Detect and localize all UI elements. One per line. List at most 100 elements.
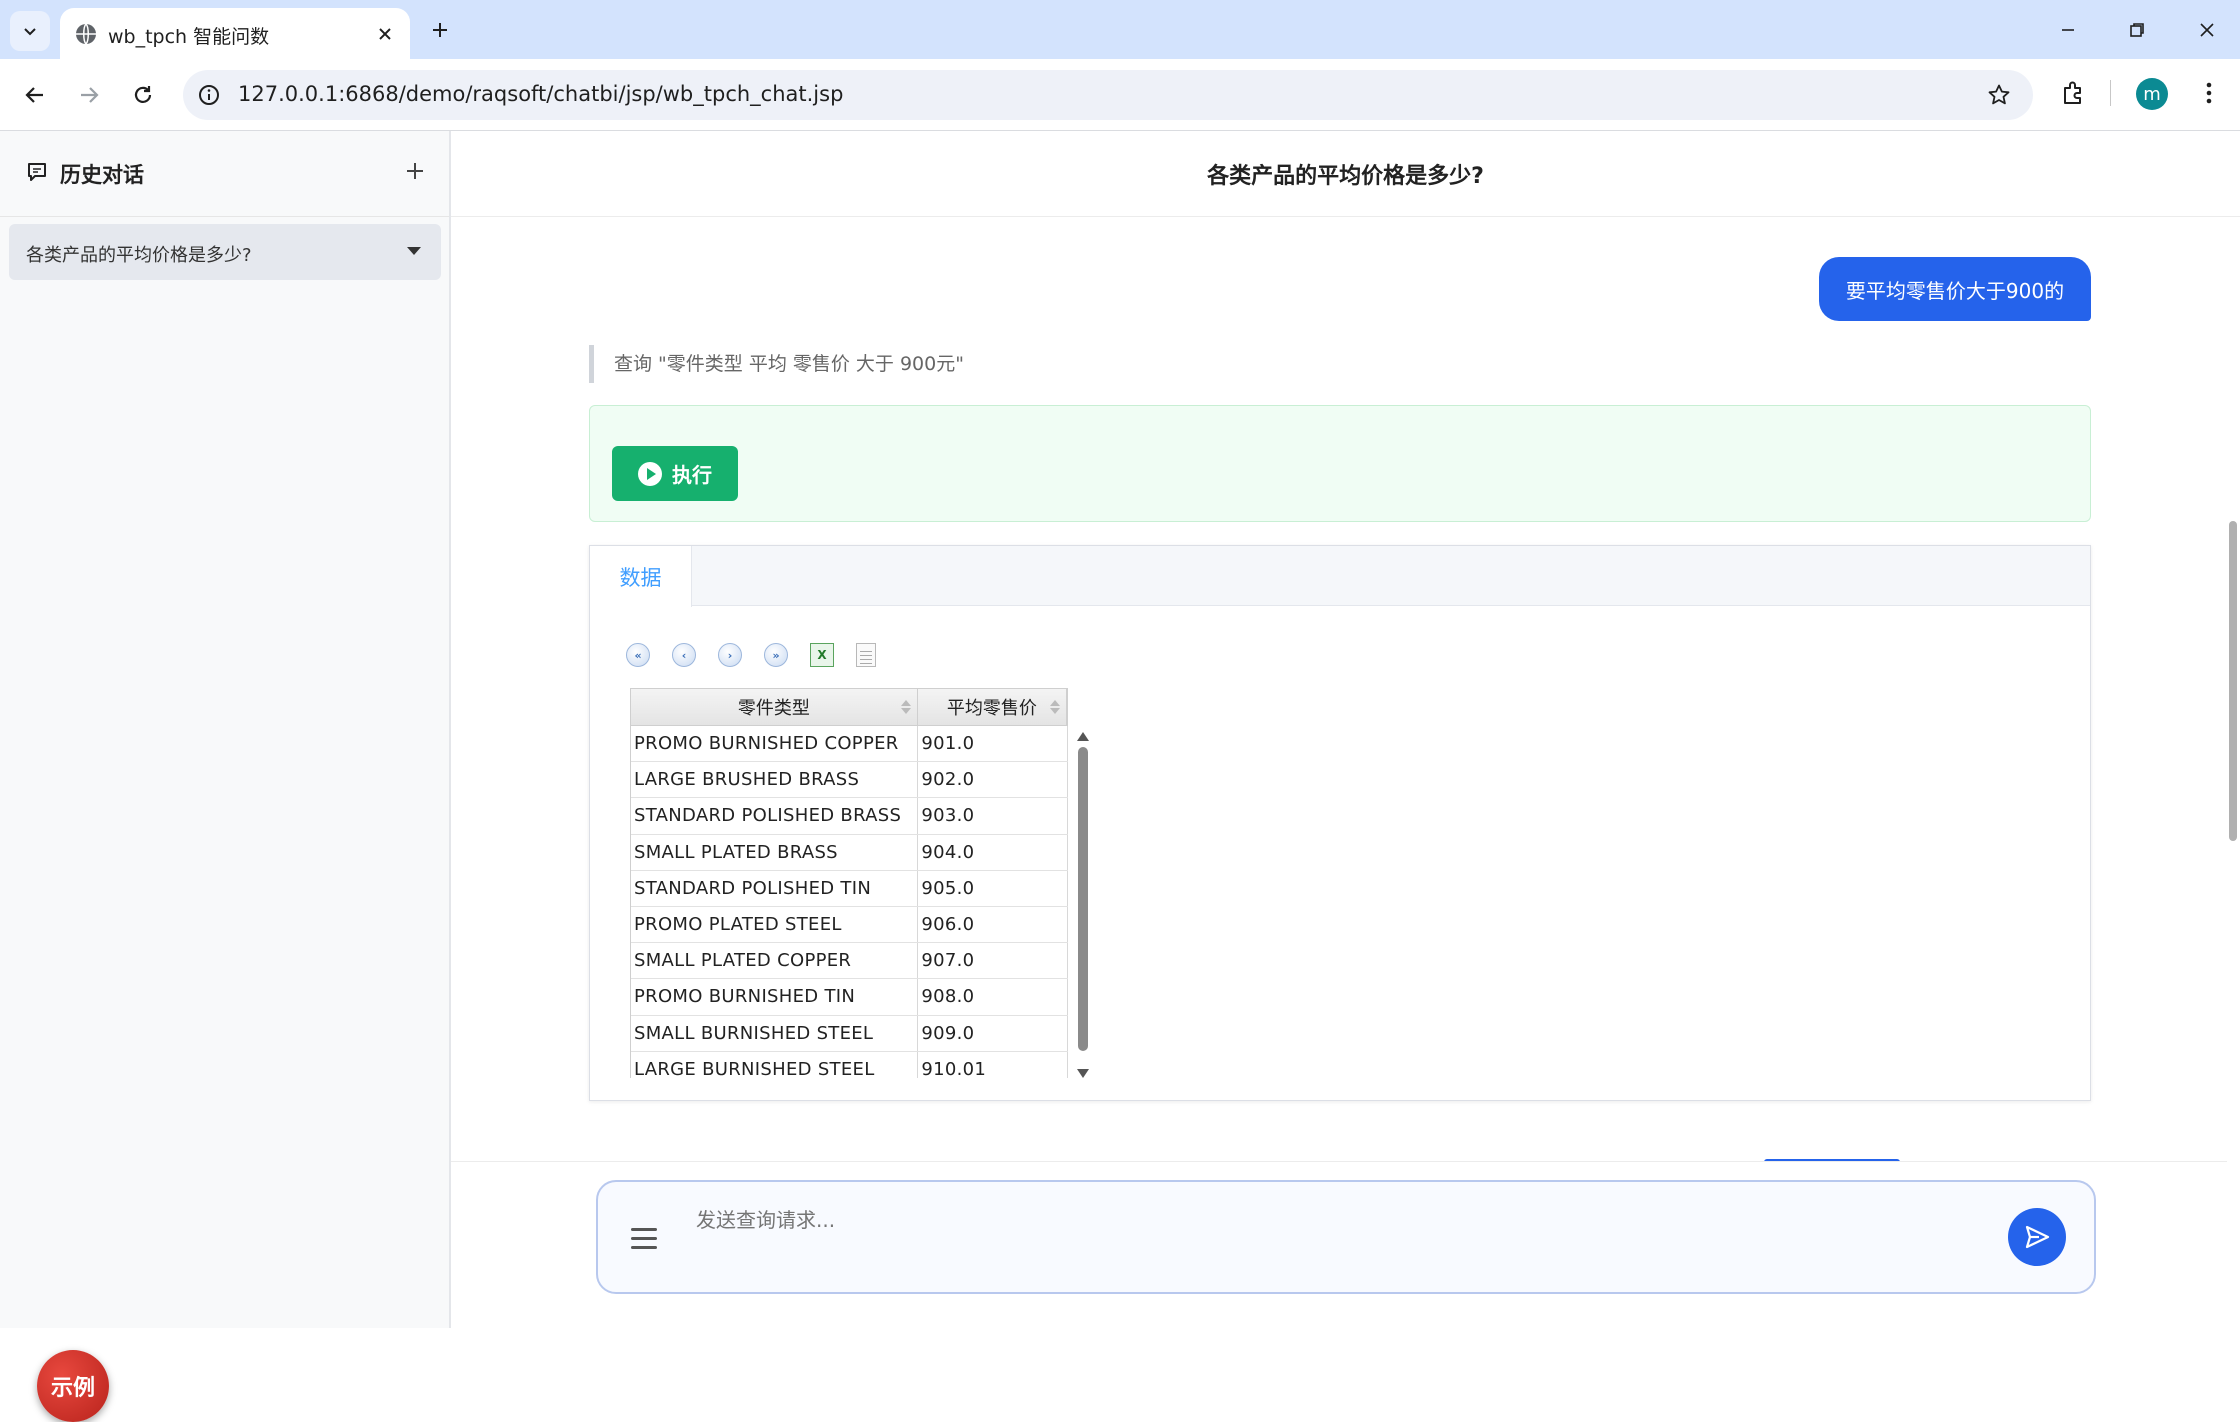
cell-part-type[interactable]: STANDARD POLISHED TIN <box>631 870 919 906</box>
cell-avg-price[interactable]: 910.01 <box>918 1051 1068 1078</box>
tab-search-button[interactable] <box>10 11 50 51</box>
sidebar-item-label: 各类产品的平均价格是多少? <box>26 245 252 266</box>
table-row[interactable]: PROMO PLATED STEEL 906.0 <box>631 906 1068 944</box>
composer-area <box>451 1161 2227 1328</box>
globe-icon <box>76 23 96 45</box>
column-header-part-type[interactable]: 零件类型 <box>631 689 918 725</box>
sort-icon[interactable] <box>900 700 911 714</box>
cell-avg-price[interactable]: 902.0 <box>918 762 1068 798</box>
browser-tab[interactable]: wb_tpch 智能问数 <box>60 8 410 59</box>
cell-part-type[interactable]: PROMO PLATED STEEL <box>631 906 919 943</box>
table-row[interactable]: LARGE BRUSHED BRASS 902.0 <box>631 762 1068 799</box>
extensions-puzzle-icon[interactable] <box>2055 75 2091 111</box>
history-sidebar: 历史对话 各类产品的平均价格是多少? 示例 <box>0 131 451 1422</box>
forward-button[interactable] <box>69 75 109 115</box>
table-row[interactable]: SMALL BURNISHED STEEL 909.0 <box>631 1015 1068 1052</box>
table-row[interactable]: STANDARD POLISHED TIN 905.0 <box>631 870 1068 907</box>
cell-avg-price[interactable]: 904.0 <box>918 834 1068 870</box>
caret-down-icon[interactable] <box>407 247 421 255</box>
cell-avg-price[interactable]: 906.0 <box>918 906 1068 943</box>
grid-scrollbar[interactable] <box>1076 732 1090 1078</box>
scroll-down-arrow-icon[interactable] <box>1077 1069 1089 1078</box>
execute-button[interactable]: 执行 <box>612 446 738 501</box>
grid-toolbar: « ‹ › » X <box>626 642 876 668</box>
send-icon <box>2025 1225 2050 1249</box>
arrow-right-icon <box>81 87 99 103</box>
profile-avatar[interactable]: m <box>2136 78 2168 110</box>
bookmark-star-icon[interactable] <box>1985 81 2013 109</box>
table-row[interactable]: PROMO BURNISHED TIN 908.0 <box>631 979 1068 1016</box>
example-button[interactable]: 示例 <box>37 1350 109 1422</box>
table-row[interactable]: STANDARD POLISHED BRASS 903.0 <box>631 798 1068 835</box>
address-bar[interactable]: 127.0.0.1:6868/demo/raqsoft/chatbi/jsp/w… <box>183 70 2033 120</box>
table-row[interactable]: PROMO BURNISHED COPPER 901.0 <box>631 726 1068 763</box>
query-input[interactable] <box>696 1208 1976 1232</box>
cell-avg-price[interactable]: 903.0 <box>918 798 1068 834</box>
more-vert-icon[interactable] <box>2192 75 2226 111</box>
table-row[interactable]: LARGE BURNISHED STEEL 910.01 <box>631 1051 1068 1078</box>
table-row[interactable]: SMALL PLATED BRASS 904.0 <box>631 834 1068 871</box>
prev-page-icon[interactable]: ‹ <box>672 643 696 667</box>
column-header-avg-price[interactable]: 平均零售价 <box>918 689 1067 725</box>
export-text-icon[interactable] <box>856 643 876 667</box>
table-row[interactable]: SMALL PLATED COPPER 907.0 <box>631 943 1068 980</box>
cell-part-type[interactable]: STANDARD POLISHED BRASS <box>631 798 919 834</box>
back-button[interactable] <box>15 75 55 115</box>
reload-icon <box>134 86 152 103</box>
tab-data[interactable]: 数据 <box>590 546 692 607</box>
execute-panel: 执行 <box>589 405 2091 522</box>
minimize-icon <box>2062 29 2074 31</box>
play-circle-icon <box>638 461 662 486</box>
chat-bubble-icon <box>28 163 46 181</box>
new-chat-button[interactable] <box>400 156 430 186</box>
chat-main: 各类产品的平均价格是多少? 要平均零售价大于900的 查询 "零件类型 平均 零… <box>451 131 2240 1328</box>
cell-avg-price[interactable]: 909.0 <box>918 1015 1068 1051</box>
close-window-button[interactable] <box>2184 10 2230 50</box>
reload-button[interactable] <box>123 75 163 115</box>
sidebar-title: 历史对话 <box>60 163 144 187</box>
export-excel-icon[interactable]: X <box>810 643 834 667</box>
cell-avg-price[interactable]: 905.0 <box>918 870 1068 906</box>
menu-icon[interactable] <box>631 1228 657 1250</box>
browser-toolbar: 127.0.0.1:6868/demo/raqsoft/chatbi/jsp/w… <box>0 59 2240 131</box>
toolbar-divider <box>2110 80 2111 106</box>
minimize-button[interactable] <box>2045 10 2091 50</box>
next-page-icon[interactable]: › <box>718 643 742 667</box>
cell-part-type[interactable]: LARGE BRUSHED BRASS <box>631 762 919 798</box>
cell-part-type[interactable]: PROMO BURNISHED TIN <box>631 979 919 1015</box>
cell-avg-price[interactable]: 907.0 <box>918 943 1068 979</box>
scroll-up-arrow-icon[interactable] <box>1077 732 1089 741</box>
sort-icon[interactable] <box>1050 700 1060 714</box>
close-tab-icon[interactable] <box>372 21 398 47</box>
grid-body: PROMO BURNISHED COPPER 901.0 LARGE BRUSHED… <box>630 726 1068 1078</box>
restore-button[interactable] <box>2114 10 2160 50</box>
page-scrollbar-thumb[interactable] <box>2229 521 2237 841</box>
info-icon[interactable] <box>195 81 223 109</box>
tab-title: wb_tpch 智能问数 <box>108 26 270 48</box>
new-tab-button[interactable] <box>424 14 456 46</box>
close-icon <box>2200 23 2214 37</box>
result-card: 数据 « ‹ › » X 零件类型 平均零售价 PROMO BURNISHED … <box>589 545 2091 1101</box>
first-page-icon[interactable]: « <box>626 643 650 667</box>
grid-scrollbar-thumb[interactable] <box>1078 747 1088 1051</box>
send-button[interactable] <box>2008 1208 2066 1266</box>
chevron-down-icon <box>24 28 36 36</box>
plus-icon <box>433 23 447 37</box>
plus-icon <box>407 163 423 179</box>
browser-tabstrip: wb_tpch 智能问数 <box>0 0 2240 59</box>
cell-part-type[interactable]: LARGE BURNISHED STEEL <box>631 1051 919 1078</box>
restore-icon <box>2130 23 2144 37</box>
last-page-icon[interactable]: » <box>764 643 788 667</box>
cell-part-type[interactable]: SMALL PLATED BRASS <box>631 834 919 870</box>
cell-part-type[interactable]: PROMO BURNISHED COPPER <box>631 726 919 762</box>
cell-avg-price[interactable]: 908.0 <box>918 979 1068 1015</box>
cell-avg-price[interactable]: 901.0 <box>918 726 1068 762</box>
result-tabbar: 数据 <box>590 546 2090 607</box>
sidebar-header: 历史对话 <box>0 131 449 217</box>
data-grid: 零件类型 平均零售价 PROMO BURNISHED COPPER 901.0 LA… <box>630 688 1090 1078</box>
cell-part-type[interactable]: SMALL PLATED COPPER <box>631 943 919 979</box>
cell-part-type[interactable]: SMALL BURNISHED STEEL <box>631 1015 919 1051</box>
sidebar-item-history[interactable]: 各类产品的平均价格是多少? <box>9 224 441 280</box>
chat-title: 各类产品的平均价格是多少? <box>1207 163 1484 189</box>
execute-label: 执行 <box>672 463 712 487</box>
